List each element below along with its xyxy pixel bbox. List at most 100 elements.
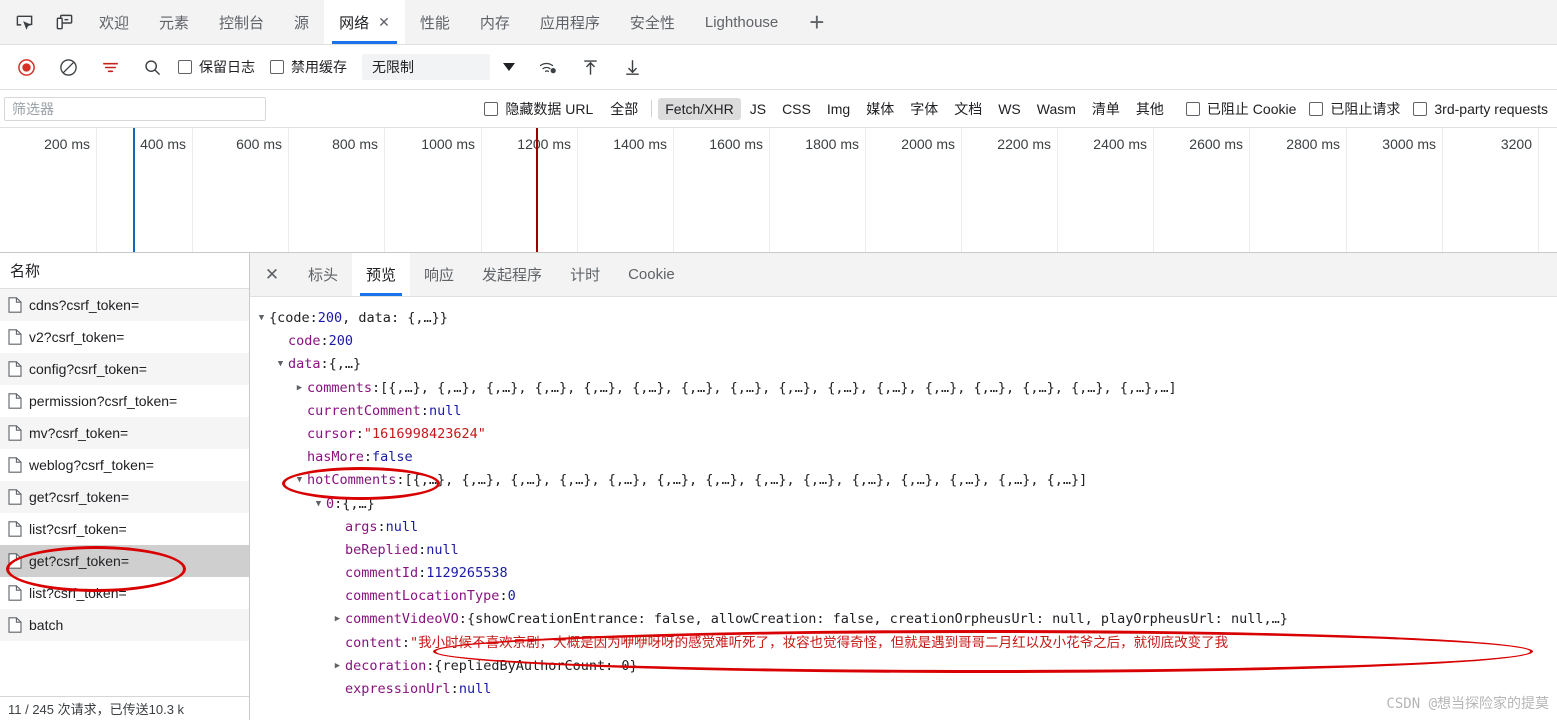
filter-type-other[interactable]: 其他 [1129, 96, 1171, 122]
filter-type-media[interactable]: 媒体 [859, 96, 901, 122]
request-row[interactable]: get?csrf_token= [0, 545, 249, 577]
record-button[interactable] [6, 51, 46, 83]
checkbox-box[interactable] [484, 101, 499, 116]
request-row[interactable]: v2?csrf_token= [0, 321, 249, 353]
filter-type-fetch-xhr[interactable]: Fetch/XHR [658, 97, 741, 120]
json-line[interactable]: cursor: "1616998423624" [256, 423, 1557, 446]
ruler-tick-label: 2200 ms [997, 136, 1051, 152]
tab-security[interactable]: 安全性 [615, 0, 690, 44]
tab-cookies[interactable]: Cookie [614, 253, 689, 296]
blocked-requests-checkbox[interactable]: 已阻止请求 [1305, 99, 1409, 119]
json-line[interactable]: commentLocationType: 0 [256, 585, 1557, 608]
filter-type-img[interactable]: Img [820, 98, 857, 120]
json-value: {showCreationEntrance: false, allowCreat… [466, 611, 1288, 628]
tab-initiator[interactable]: 发起程序 [468, 253, 556, 296]
device-toolbar-icon[interactable] [44, 0, 84, 44]
filter-type-doc[interactable]: 文档 [947, 96, 989, 122]
filter-type-font[interactable]: 字体 [903, 96, 945, 122]
json-line[interactable]: content: "我小时候不喜欢京剧，大概是因为咿咿呀呀的感觉难听死了，妆容也… [256, 632, 1557, 655]
tab-response[interactable]: 响应 [410, 253, 468, 296]
json-line[interactable]: ▼ {code: 200, data: {,…}} [256, 307, 1557, 330]
hide-data-urls-checkbox[interactable]: 隐藏数据 URL [480, 99, 602, 119]
checkbox-box[interactable] [1185, 101, 1200, 116]
json-line[interactable]: expressionUrl: null [256, 678, 1557, 701]
filter-type-js[interactable]: JS [743, 98, 773, 120]
chevron-down-icon[interactable]: ▼ [294, 469, 305, 492]
tab-console[interactable]: 控制台 [204, 0, 279, 44]
json-line[interactable]: hasMore: false [256, 446, 1557, 469]
chevron-down-icon[interactable]: ▼ [275, 353, 286, 376]
filter-type-css[interactable]: CSS [775, 98, 818, 120]
filter-icon[interactable] [90, 51, 130, 83]
request-row[interactable]: permission?csrf_token= [0, 385, 249, 417]
tab-memory[interactable]: 内存 [465, 0, 525, 44]
request-row[interactable]: get?csrf_token= [0, 481, 249, 513]
preview-json-tree[interactable]: ▼ {code: 200, data: {,…}} code: 200 ▼ data: … [250, 297, 1557, 720]
json-line[interactable]: ▼ 0: {,…} [256, 493, 1557, 516]
json-line[interactable]: ▶ comments: [{,…}, {,…}, {,…}, {,…}, {,…}… [256, 377, 1557, 400]
inspect-element-icon[interactable] [4, 0, 44, 44]
chevron-down-icon[interactable] [492, 52, 526, 82]
chevron-down-icon[interactable]: ▼ [256, 307, 267, 330]
tab-lighthouse[interactable]: Lighthouse [690, 0, 793, 44]
request-row[interactable]: weblog?csrf_token= [0, 449, 249, 481]
blocked-cookies-checkbox[interactable]: 已阻止 Cookie [1182, 99, 1305, 119]
json-key: decoration [345, 657, 427, 674]
filter-type-wasm[interactable]: Wasm [1030, 98, 1083, 120]
json-colon: : [334, 495, 343, 512]
tab-welcome[interactable]: 欢迎 [84, 0, 144, 44]
json-line[interactable]: ▼ data: {,…} [256, 353, 1557, 376]
json-line[interactable]: ▶ commentVideoVO: {showCreationEntrance: … [256, 608, 1557, 631]
tab-headers[interactable]: 标头 [294, 253, 352, 296]
tab-sources[interactable]: 源 [279, 0, 324, 44]
request-row[interactable]: list?csrf_token= [0, 577, 249, 609]
export-har-icon[interactable] [612, 51, 652, 83]
close-icon[interactable]: ✕ [250, 253, 294, 296]
request-row[interactable]: mv?csrf_token= [0, 417, 249, 449]
tab-performance[interactable]: 性能 [405, 0, 465, 44]
json-value: {,…} [342, 495, 375, 512]
request-row[interactable]: config?csrf_token= [0, 353, 249, 385]
checkbox-box[interactable] [178, 60, 192, 74]
network-overview[interactable]: 200 ms 400 ms 600 ms 800 ms 1000 ms 1200 ms 14… [0, 128, 1557, 253]
checkbox-box[interactable] [270, 60, 284, 74]
request-row[interactable]: cdns?csrf_token= [0, 289, 249, 321]
json-line[interactable]: code: 200 [256, 330, 1557, 353]
add-panel-icon[interactable]: + [793, 0, 840, 44]
filter-type-ws[interactable]: WS [991, 98, 1028, 120]
tab-timing[interactable]: 计时 [556, 253, 614, 296]
chevron-down-icon[interactable]: ▼ [313, 493, 324, 516]
third-party-requests-checkbox[interactable]: 3rd-party requests [1409, 101, 1557, 117]
preserve-log-checkbox[interactable]: 保留日志 [174, 57, 264, 77]
json-line[interactable]: currentComment: null [256, 400, 1557, 423]
json-line[interactable]: beReplied: null [256, 539, 1557, 562]
import-har-icon[interactable] [570, 51, 610, 83]
chevron-right-icon[interactable]: ▶ [332, 655, 343, 678]
filter-type-all[interactable]: 全部 [603, 96, 645, 122]
tab-network[interactable]: 网络 ✕ [324, 0, 405, 44]
filter-type-manifest[interactable]: 清单 [1085, 96, 1127, 122]
json-line[interactable]: commentId: 1129265538 [256, 562, 1557, 585]
tab-elements[interactable]: 元素 [144, 0, 204, 44]
json-line[interactable]: ▶ decoration: {repliedByAuthorCount: 0} [256, 655, 1557, 678]
json-colon: : [458, 611, 467, 628]
request-rows: cdns?csrf_token= v2?csrf_token= config?csr… [0, 289, 249, 696]
disable-cache-checkbox[interactable]: 禁用缓存 [266, 57, 356, 77]
throttling-select[interactable]: 无限制 [362, 54, 490, 80]
filter-input[interactable] [4, 96, 266, 121]
json-line[interactable]: args: null [256, 516, 1557, 539]
checkbox-box[interactable] [1309, 101, 1324, 116]
search-icon[interactable] [132, 51, 172, 83]
tab-preview[interactable]: 预览 [352, 253, 411, 296]
tab-application[interactable]: 应用程序 [525, 0, 615, 44]
chevron-right-icon[interactable]: ▶ [294, 377, 305, 400]
network-conditions-icon[interactable] [528, 51, 568, 83]
json-line[interactable]: ▼ hotComments: [{,…}, {,…}, {,…}, {,…}, {… [256, 469, 1557, 492]
request-row[interactable]: batch [0, 609, 249, 641]
request-row[interactable]: list?csrf_token= [0, 513, 249, 545]
clear-icon[interactable] [48, 51, 88, 83]
tab-label: 内存 [479, 14, 510, 32]
close-icon[interactable]: ✕ [378, 15, 390, 29]
checkbox-box[interactable] [1413, 101, 1428, 116]
chevron-right-icon[interactable]: ▶ [332, 608, 343, 631]
